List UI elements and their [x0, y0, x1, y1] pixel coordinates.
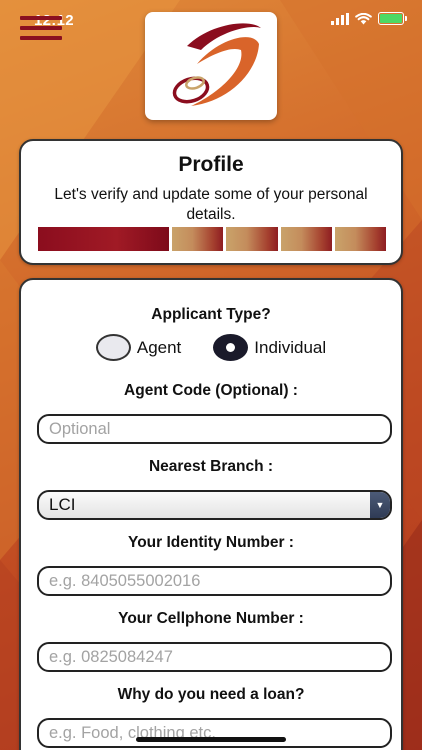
profile-title: Profile — [178, 153, 244, 176]
company-logo-icon — [172, 23, 261, 106]
progress-step-done — [38, 227, 169, 251]
home-indicator[interactable] — [136, 737, 286, 742]
nearest-branch-select[interactable]: LCI ▼ — [37, 490, 392, 520]
company-logo — [145, 12, 277, 120]
signal-icon — [331, 12, 349, 25]
cellphone-number-input[interactable] — [37, 642, 392, 672]
loan-reason-label: Why do you need a loan? — [117, 686, 305, 703]
agent-code-label: Agent Code (Optional) : — [124, 382, 298, 399]
agent-code-input[interactable] — [37, 414, 392, 444]
hamburger-menu-icon[interactable] — [20, 16, 62, 42]
radio-option-agent[interactable]: Agent — [95, 334, 182, 361]
progress-step — [331, 227, 386, 251]
nearest-branch-label: Nearest Branch : — [148, 458, 274, 475]
applicant-type-label: Applicant Type? — [151, 306, 271, 323]
nearest-branch-value: LCI — [49, 495, 76, 514]
radio-option-individual[interactable]: Individual — [213, 334, 326, 361]
radio-label-individual: Individual — [254, 337, 327, 357]
progress-step — [223, 227, 278, 251]
identity-number-input[interactable] — [37, 566, 392, 596]
wifi-icon — [355, 12, 372, 24]
profile-subtitle: Let's verify and update some of your per… — [54, 186, 368, 223]
loan-reason-input[interactable] — [37, 718, 392, 748]
cellphone-number-label: Your Cellphone Number : — [118, 610, 304, 627]
battery-icon — [378, 12, 407, 25]
profile-card: Profile Let's verify and update some of … — [19, 139, 403, 265]
status-icons — [331, 12, 407, 25]
progress-step — [277, 227, 332, 251]
progress-step — [169, 227, 224, 251]
radio-label-agent: Agent — [136, 337, 182, 357]
applicant-form: Applicant Type? Agent Individual Agent C… — [19, 278, 403, 750]
radio-checked-icon[interactable] — [213, 334, 249, 361]
chevron-down-icon[interactable]: ▼ — [370, 492, 390, 518]
applicant-type-radio-group: Agent Individual — [21, 334, 401, 361]
radio-unchecked-icon[interactable] — [95, 334, 131, 361]
progress-bar — [38, 227, 386, 251]
identity-number-label: Your Identity Number : — [128, 534, 294, 551]
